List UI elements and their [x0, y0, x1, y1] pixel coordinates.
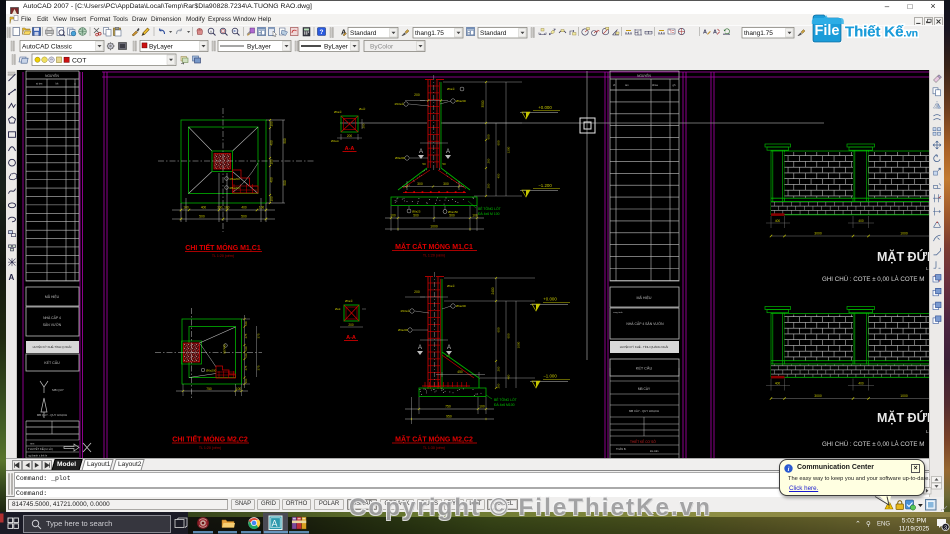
svg-text:Thiết Kế.vn: Thiết Kế.vn: [845, 24, 918, 41]
svg-text:File: File: [815, 23, 840, 39]
svg-text:i: i: [788, 466, 790, 473]
